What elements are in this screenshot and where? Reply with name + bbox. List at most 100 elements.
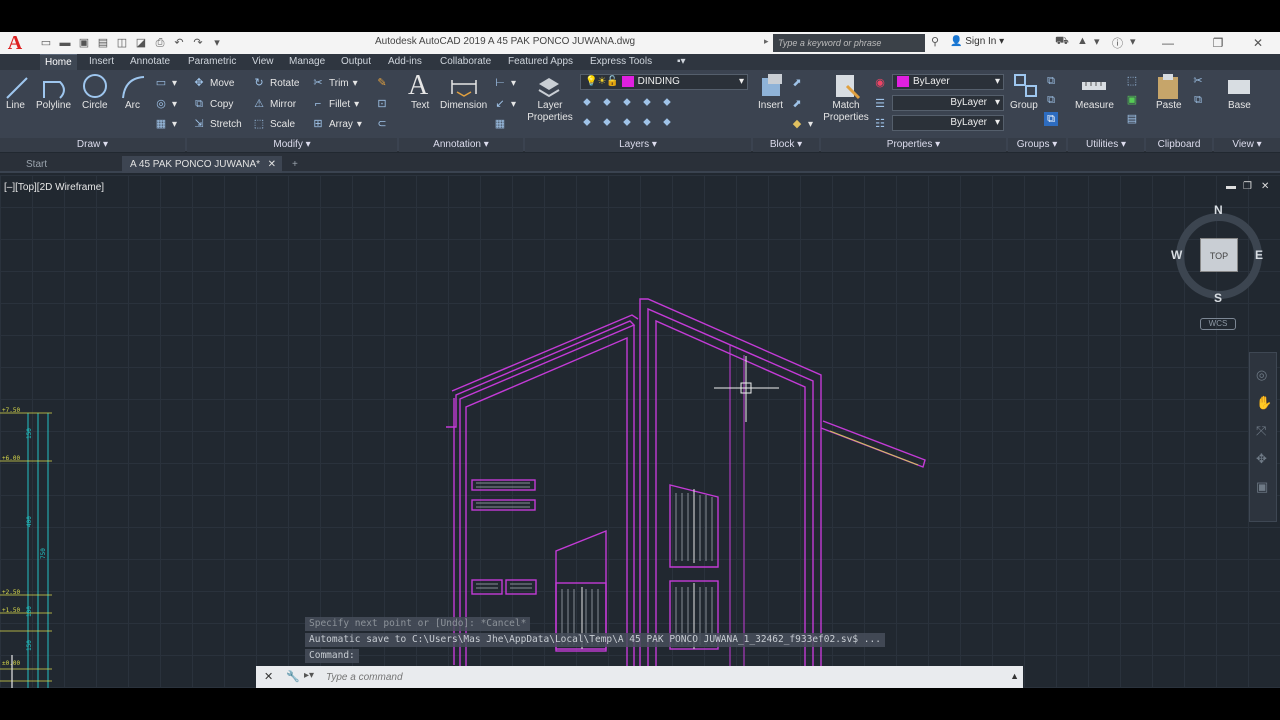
paste-button[interactable]: Paste [1156, 100, 1182, 111]
measure-button[interactable]: Measure [1075, 100, 1114, 111]
panel-layers[interactable]: Layers ▾ [525, 138, 751, 152]
help-dropdown-icon[interactable]: ▾ [1130, 35, 1136, 48]
linear-dim-icon[interactable]: ⊢ ▾ [493, 76, 516, 90]
panel-modify[interactable]: Modify ▾ [187, 138, 397, 152]
tab-manage[interactable]: Manage [289, 56, 325, 67]
search-input[interactable]: Type a keyword or phrase [773, 34, 925, 52]
create-block-icon[interactable]: ⬈ [790, 76, 804, 90]
minimize-button[interactable]: — [1153, 34, 1183, 52]
scale-button[interactable]: ⬚ Scale [252, 117, 295, 131]
line-button[interactable]: Line [6, 100, 25, 111]
linetype-dropdown[interactable]: ByLayer ▾ [892, 115, 1004, 131]
match-properties-button[interactable]: Match Properties [822, 100, 870, 124]
compass-north[interactable]: N [1214, 203, 1223, 217]
panel-view[interactable]: View ▾ [1214, 138, 1280, 152]
customize-qat-icon[interactable]: ▾ [209, 35, 225, 51]
mirror-button[interactable]: ⚠ Mirror [252, 97, 296, 111]
fillet-button[interactable]: ⌐ Fillet ▾ [311, 97, 359, 111]
tab-start[interactable]: Start [18, 156, 55, 173]
calculator-icon[interactable]: ▤ [1125, 112, 1139, 126]
layer-properties-button[interactable]: Layer Properties [527, 100, 573, 124]
search-expand-icon[interactable]: ▸ [764, 36, 769, 47]
rotate-button[interactable]: ↻ Rotate [252, 76, 299, 90]
copy-clip-icon[interactable]: ⧉ [1191, 93, 1205, 107]
orbit-icon[interactable]: ✥ [1256, 451, 1267, 467]
copy-button[interactable]: ⧉ Copy [192, 97, 233, 111]
tab-active-drawing[interactable]: A 45 PAK PONCO JUWANA* ✕ [122, 156, 282, 173]
text-button[interactable]: Text [411, 100, 429, 111]
tab-collaborate[interactable]: Collaborate [440, 56, 491, 67]
tab-featured-apps[interactable]: Featured Apps [508, 56, 573, 67]
id-point-icon[interactable]: ⬚ [1125, 74, 1139, 88]
new-file-icon[interactable]: ▭ [38, 35, 54, 51]
zoom-extents-icon[interactable]: ⤧ [1256, 423, 1266, 439]
erase-icon[interactable]: ✎ [375, 76, 389, 90]
lineweight-dropdown[interactable]: ByLayer ▾ [892, 95, 1004, 111]
save-icon[interactable]: ▣ [76, 35, 92, 51]
layer-dropdown[interactable]: 💡☀🔓 DINDING ▾ [580, 74, 748, 90]
insert-button[interactable]: Insert [758, 100, 783, 111]
recent-commands-icon[interactable]: ▸▾ [304, 670, 314, 681]
undo-icon[interactable]: ↶ [171, 35, 187, 51]
color-dropdown[interactable]: ByLayer ▾ [892, 74, 1004, 90]
close-icon[interactable]: ✕ [264, 670, 273, 683]
group-select-icon[interactable]: ⧉ [1044, 112, 1058, 126]
help-icon[interactable]: ⓘ [1112, 35, 1123, 51]
binoculars-icon[interactable]: ⚲ [931, 35, 939, 48]
stretch-button[interactable]: ⇲ Stretch [192, 117, 241, 131]
tab-annotate[interactable]: Annotate [130, 56, 170, 67]
command-input[interactable] [326, 669, 996, 685]
offset-icon[interactable]: ⊂ [375, 117, 389, 131]
panel-draw[interactable]: Draw ▾ [0, 138, 185, 152]
drawing-viewport[interactable]: [–][Top][2D Wireframe] ▬ ❐ ✕ +7.50 +6.00… [0, 175, 1280, 688]
close-button[interactable]: ✕ [1243, 34, 1273, 52]
open-web-icon[interactable]: ◫ [114, 35, 130, 51]
history-toggle-icon[interactable]: ▲ [1010, 671, 1019, 681]
edit-block-icon[interactable]: ⬈ [790, 97, 804, 111]
layer-tools-row-1[interactable]: ⬥ ⬥ ⬥ ⬥ ⬥ [580, 95, 674, 109]
base-button[interactable]: Base [1228, 100, 1251, 111]
maximize-button[interactable]: ❐ [1203, 34, 1233, 52]
cut-icon[interactable]: ✂ [1191, 74, 1205, 88]
polyline-button[interactable]: Polyline [36, 100, 71, 111]
ellipse-icon[interactable]: ▦ ▾ [154, 117, 177, 131]
open-file-icon[interactable]: ▬ [57, 35, 73, 51]
viewcube-top-face[interactable]: TOP [1200, 238, 1238, 272]
group-button[interactable]: Group [1010, 100, 1038, 111]
compass-east[interactable]: E [1255, 248, 1263, 262]
block-attribute-icon[interactable]: ◆ ▾ [790, 117, 813, 131]
pan-icon[interactable]: ✋ [1256, 395, 1272, 411]
steering-wheel-icon[interactable]: ◎ [1256, 367, 1267, 383]
move-button[interactable]: ✥ Move [192, 76, 234, 90]
arc-button[interactable]: Arc [125, 100, 140, 111]
redo-icon[interactable]: ↷ [190, 35, 206, 51]
application-menu-button[interactable]: A [0, 32, 30, 54]
chevron-down-icon[interactable]: ▾ [1094, 35, 1100, 48]
tab-express-tools[interactable]: Express Tools [590, 56, 652, 67]
close-tab-icon[interactable]: ✕ [268, 156, 276, 173]
color-wheel-icon[interactable]: ◉ [873, 76, 887, 90]
leader-icon[interactable]: ↙ ▾ [493, 97, 516, 111]
quick-select-icon[interactable]: ▣ [1125, 93, 1139, 107]
rectangle-icon[interactable]: ▭ ▾ [154, 76, 177, 90]
compass-west[interactable]: W [1171, 248, 1182, 262]
plot-icon[interactable]: ⎙ [152, 35, 168, 51]
array-button[interactable]: ⊞ Array ▾ [311, 117, 362, 131]
layer-tools-row-2[interactable]: ⬥ ⬥ ⬥ ⬥ ⬥ [580, 115, 674, 129]
sign-in-button[interactable]: 👤 Sign In ▾ [950, 36, 1004, 47]
new-tab-icon[interactable]: + [284, 156, 306, 173]
panel-clipboard[interactable]: Clipboard [1146, 138, 1212, 152]
panel-groups[interactable]: Groups ▾ [1008, 138, 1066, 152]
group-edit-icon[interactable]: ⧉ [1044, 93, 1058, 107]
showmotion-icon[interactable]: ▣ [1256, 479, 1268, 495]
panel-properties[interactable]: Properties ▾ [821, 138, 1006, 152]
hatch-icon[interactable]: ◎ ▾ [154, 97, 177, 111]
wcs-menu[interactable]: WCS [1200, 318, 1236, 330]
tab-add-ins[interactable]: Add-ins [388, 56, 422, 67]
table-icon[interactable]: ▦ [493, 117, 507, 131]
panel-block[interactable]: Block ▾ [753, 138, 819, 152]
dimension-button[interactable]: Dimension [440, 100, 487, 111]
ungroup-icon[interactable]: ⧉ [1044, 74, 1058, 88]
panel-utilities[interactable]: Utilities ▾ [1068, 138, 1144, 152]
cart-icon[interactable]: ⛟ [1055, 35, 1069, 49]
